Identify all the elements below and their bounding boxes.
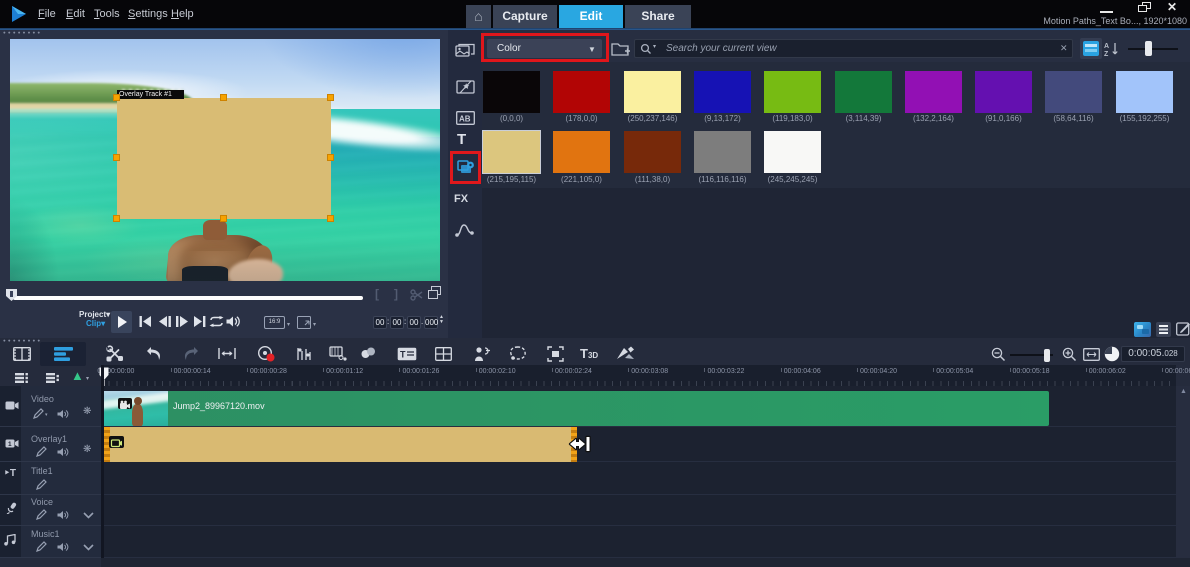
svg-text:1: 1 [8,441,12,448]
svg-text:A: A [1104,43,1109,50]
svg-text:AB: AB [459,115,471,124]
svg-text:T: T [400,350,406,360]
svg-text:Z: Z [1104,51,1109,57]
